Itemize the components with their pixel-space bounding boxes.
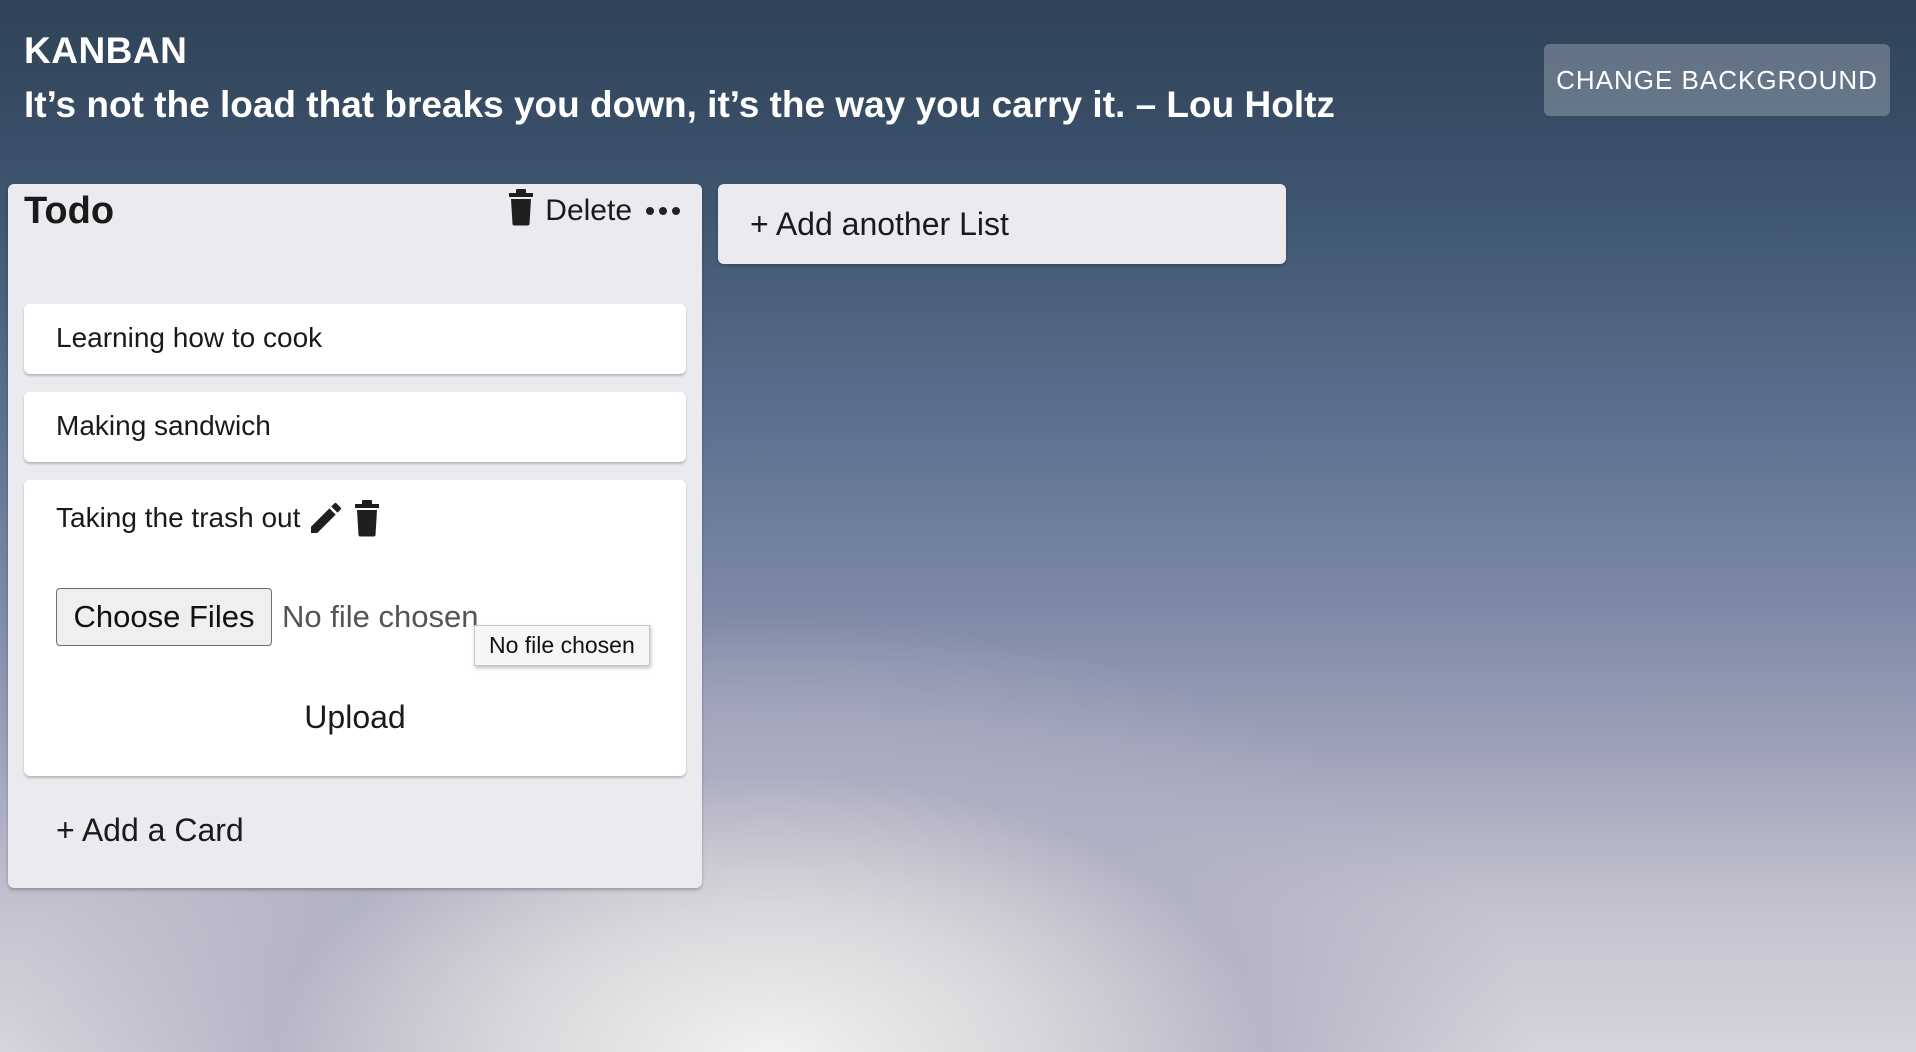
list-todo: Todo Delete Learning how to cook Making … (8, 184, 702, 888)
choose-files-button[interactable]: Choose Files (56, 588, 272, 646)
card[interactable]: Learning how to cook (24, 304, 686, 374)
tooltip: No file chosen (474, 625, 650, 666)
motivational-quote: It’s not the load that breaks you down, … (24, 84, 1335, 125)
card-expanded: Taking the trash out Choose Files No fil… (24, 480, 686, 776)
app-title: KANBAN (24, 30, 188, 71)
change-background-button[interactable]: CHANGE BACKGROUND (1544, 44, 1890, 116)
list-title[interactable]: Todo (24, 190, 114, 233)
list-actions: Delete (507, 188, 680, 234)
card-title-row: Taking the trash out (56, 498, 382, 538)
delete-list-button[interactable]: Delete (507, 188, 632, 234)
card[interactable]: Making sandwich (24, 392, 686, 462)
add-list-button[interactable]: + Add another List (718, 184, 1286, 264)
file-status: No file chosen (282, 599, 479, 634)
card-text: Taking the trash out (56, 502, 301, 533)
card-text: Making sandwich (56, 410, 271, 441)
add-card-button[interactable]: + Add a Card (56, 812, 244, 849)
file-input: Choose Files No file chosen (56, 588, 478, 646)
add-list-label: + Add another List (750, 205, 1009, 242)
pencil-icon[interactable] (306, 498, 346, 538)
more-options-icon[interactable] (646, 201, 680, 221)
delete-list-label: Delete (545, 194, 632, 227)
trash-icon (507, 188, 535, 234)
card-text: Learning how to cook (56, 322, 323, 353)
trash-icon[interactable] (352, 499, 382, 537)
upload-button[interactable]: Upload (24, 698, 686, 737)
